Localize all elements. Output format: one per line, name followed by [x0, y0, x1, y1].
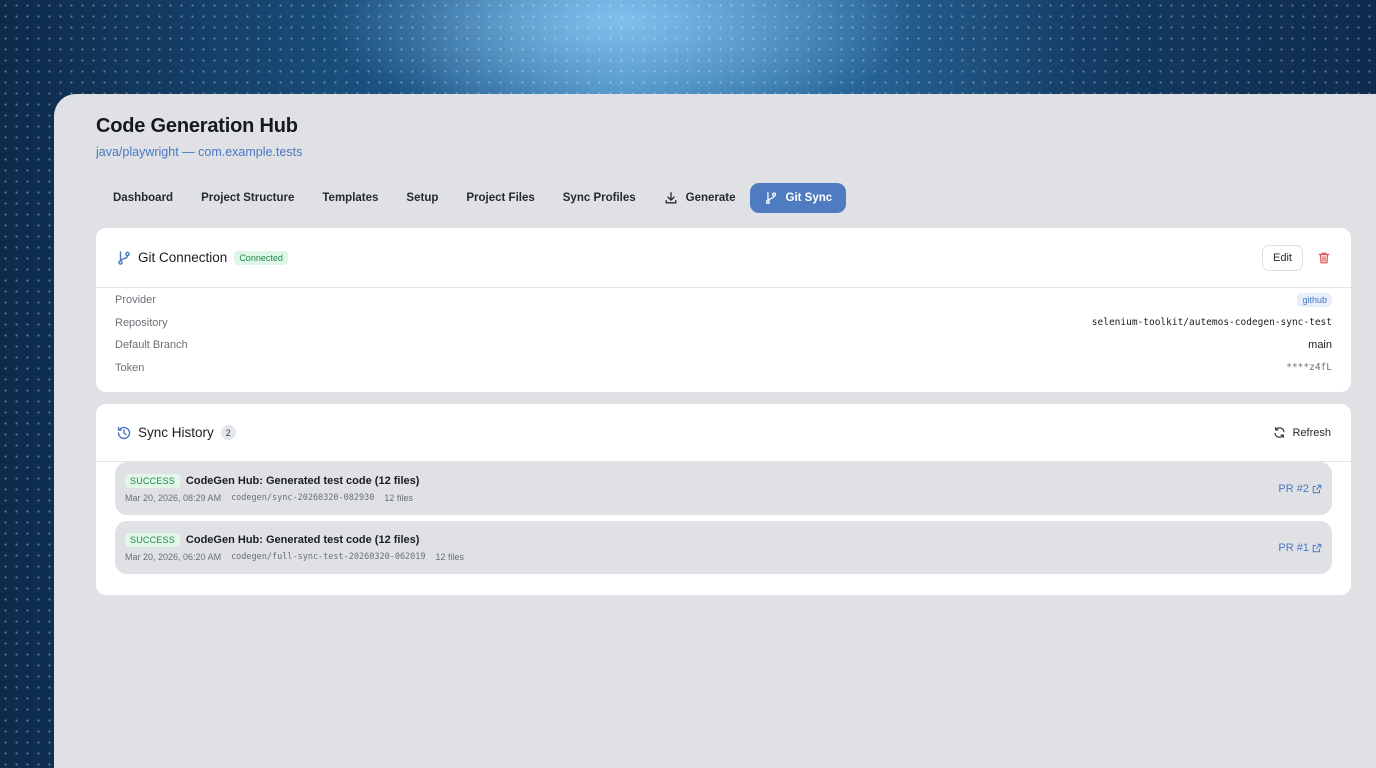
tab-label: Git Sync: [785, 192, 833, 204]
detail-key: Repository: [115, 316, 168, 329]
main-panel: Code Generation Hub java/playwright — co…: [54, 94, 1376, 768]
sync-item-top: SUCCESS CodeGen Hub: Generated test code…: [125, 533, 464, 547]
trash-icon[interactable]: [1317, 251, 1331, 265]
card-title: Git Connection: [138, 250, 228, 265]
detail-key: Token: [115, 361, 145, 374]
tab-sync-profiles[interactable]: Sync Profiles: [549, 183, 650, 213]
sync-history-card: Sync History 2 Refresh SUCCESS CodeGen H…: [96, 404, 1351, 595]
sync-list: SUCCESS CodeGen Hub: Generated test code…: [96, 462, 1351, 574]
edit-button[interactable]: Edit: [1262, 244, 1303, 271]
pr-label: PR #2: [1278, 482, 1309, 495]
card-header: Sync History 2 Refresh: [96, 404, 1351, 462]
sync-item-top: SUCCESS CodeGen Hub: Generated test code…: [125, 474, 419, 488]
detail-row: Default Branch main: [115, 334, 1332, 357]
detail-value: selenium-toolkit/autemos-codegen-sync-te…: [1091, 317, 1332, 329]
detail-row: Repository selenium-toolkit/autemos-code…: [115, 312, 1332, 335]
success-badge: SUCCESS: [125, 533, 180, 547]
detail-value: ****z4fL: [1286, 362, 1332, 374]
detail-row: Token ****z4fL: [115, 357, 1332, 380]
pr-link[interactable]: PR #1: [1278, 542, 1322, 554]
refresh-icon: [1274, 427, 1286, 438]
tab-label: Templates: [322, 192, 379, 204]
tab-project-structure[interactable]: Project Structure: [187, 183, 308, 213]
git-branch-icon: [765, 192, 776, 204]
success-badge: SUCCESS: [125, 474, 180, 488]
tab-templates[interactable]: Templates: [308, 183, 392, 213]
pr-label: PR #1: [1278, 541, 1309, 554]
sync-meta: Mar 20, 2026, 08:29 AM codegen/sync-2026…: [125, 493, 419, 503]
tab-dashboard[interactable]: Dashboard: [99, 183, 187, 213]
external-link-icon: [1312, 484, 1322, 493]
sync-branch: codegen/sync-20260320-082930: [231, 493, 375, 503]
page-subtitle: java/playwright — com.example.tests: [96, 145, 303, 159]
commit-message: CodeGen Hub: Generated test code (12 fil…: [185, 475, 420, 487]
detail-key: Default Branch: [115, 339, 188, 352]
detail-value: github: [1297, 293, 1332, 308]
tab-generate[interactable]: Generate: [650, 183, 750, 213]
page-title: Code Generation Hub: [96, 115, 298, 137]
external-link-icon: [1312, 543, 1322, 552]
refresh-label: Refresh: [1292, 426, 1331, 439]
pr-link[interactable]: PR #2: [1278, 483, 1322, 495]
sync-files: 12 files: [384, 493, 413, 503]
detail-key: Provider: [115, 294, 156, 307]
tab-label: Project Structure: [201, 192, 295, 204]
sync-meta: Mar 20, 2026, 06:20 AM codegen/full-sync…: [125, 552, 464, 562]
detail-value: main: [1308, 339, 1332, 352]
git-connection-card: Git Connection Connected Edit Provider g…: [96, 228, 1351, 392]
tab-bar: Dashboard Project Structure Templates Se…: [99, 183, 847, 213]
download-icon: [665, 192, 677, 204]
tab-label: Dashboard: [113, 192, 174, 204]
tab-git-sync[interactable]: Git Sync: [749, 183, 847, 213]
history-icon: [117, 426, 131, 439]
tab-setup[interactable]: Setup: [392, 183, 452, 213]
sync-branch: codegen/full-sync-test-20260320-062019: [231, 552, 426, 562]
provider-tag: github: [1297, 293, 1332, 308]
commit-message: CodeGen Hub: Generated test code (12 fil…: [185, 534, 420, 546]
status-badge: Connected: [234, 250, 288, 265]
git-branch-icon: [118, 250, 130, 265]
tab-label: Generate: [685, 192, 736, 204]
sync-date: Mar 20, 2026, 06:20 AM: [125, 552, 222, 562]
tab-label: Sync Profiles: [562, 192, 636, 204]
tab-label: Setup: [406, 192, 439, 204]
sync-item-body: SUCCESS CodeGen Hub: Generated test code…: [125, 474, 419, 503]
refresh-button[interactable]: Refresh: [1273, 426, 1331, 439]
detail-row: Provider github: [115, 289, 1332, 312]
card-title: Sync History: [138, 425, 214, 440]
tab-project-files[interactable]: Project Files: [452, 183, 548, 213]
sync-item-body: SUCCESS CodeGen Hub: Generated test code…: [125, 533, 464, 562]
card-header: Git Connection Connected Edit: [96, 228, 1351, 288]
count-badge: 2: [220, 425, 236, 440]
tab-label: Project Files: [466, 192, 535, 204]
sync-item[interactable]: SUCCESS CodeGen Hub: Generated test code…: [115, 521, 1332, 574]
sync-item[interactable]: SUCCESS CodeGen Hub: Generated test code…: [115, 462, 1332, 515]
sync-date: Mar 20, 2026, 08:29 AM: [125, 493, 222, 503]
connection-details: Provider github Repository selenium-tool…: [96, 288, 1351, 379]
sync-files: 12 files: [435, 552, 465, 562]
